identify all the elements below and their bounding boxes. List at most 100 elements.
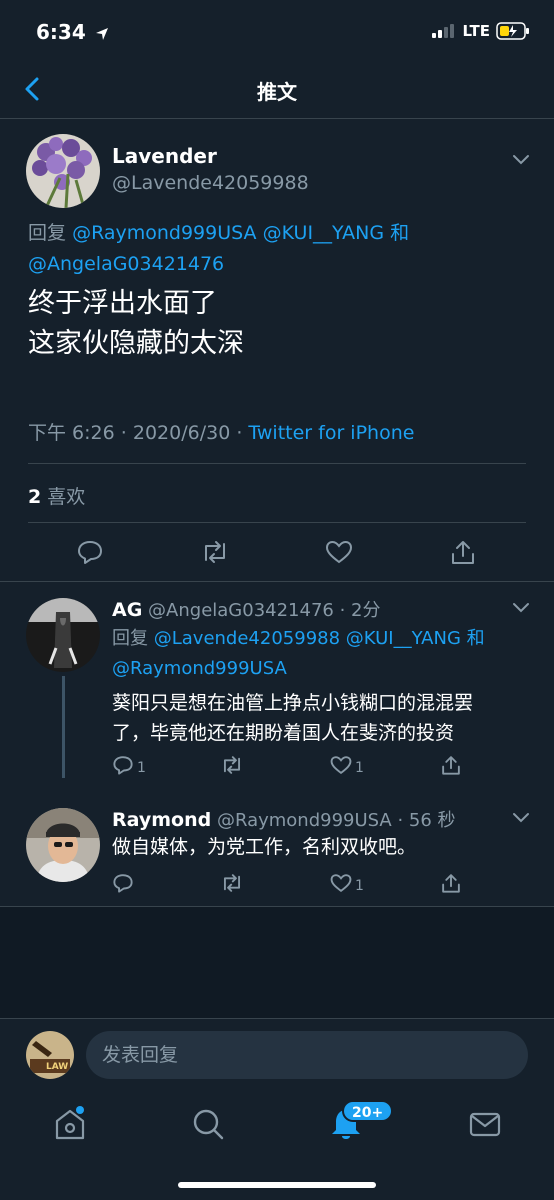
tab-home[interactable]	[50, 1104, 90, 1144]
reply-prefix: 回复	[28, 222, 67, 244]
share-button[interactable]	[449, 538, 477, 566]
retweet-icon	[223, 756, 241, 774]
raymond-avatar-image	[26, 808, 100, 882]
reply-header: AG @AngelaG03421476 · 2分	[112, 596, 381, 622]
mention-link[interactable]: @Raymond999USA	[112, 658, 287, 679]
like-icon	[330, 874, 352, 893]
reply-text-line: 了，毕竟他还在期盼着国人在斐济的投资	[112, 722, 455, 744]
tab-search[interactable]	[188, 1104, 228, 1144]
reply-count: 1	[137, 760, 146, 776]
like-button[interactable]	[330, 754, 352, 776]
retweet-icon	[223, 874, 241, 892]
likes-label: 喜欢	[47, 486, 86, 508]
reply-text-line: 葵阳只是想在油管上挣点小钱糊口的混混罢	[112, 692, 474, 714]
author-name[interactable]: Lavender	[112, 144, 217, 168]
location-arrow-icon	[95, 27, 108, 40]
signal-icon	[432, 24, 455, 38]
share-icon	[452, 541, 474, 564]
search-icon	[193, 1109, 224, 1140]
like-count: 1	[355, 760, 364, 776]
home-indicator	[178, 1182, 376, 1188]
reply-and: 和	[390, 222, 410, 244]
reply-icon	[113, 874, 133, 893]
thread-line	[62, 676, 65, 778]
author-handle[interactable]: @Lavende42059988	[112, 172, 309, 194]
reply-text-line: 做自媒体，为党工作，名利双收吧。	[112, 836, 417, 858]
svg-text:LAW: LAW	[46, 1062, 68, 1072]
meta-separator: ·	[120, 422, 127, 444]
mention-link[interactable]: @Lavende42059988 @KUI__YANG	[154, 628, 461, 649]
reply-options-button[interactable]	[510, 808, 532, 826]
status-bar: 6:34 LTE	[0, 0, 554, 64]
avatar[interactable]	[26, 598, 100, 672]
avatar[interactable]	[26, 808, 100, 882]
reply-button[interactable]	[112, 872, 134, 894]
tweet-meta: 下午 6:26 · 2020/6/30 · Twitter for iPhone	[28, 418, 414, 445]
reply-prefix: 回复	[112, 628, 148, 649]
status-time-text: 6:34	[36, 20, 86, 44]
reply-age: · 56 秒	[397, 810, 456, 831]
tab-messages[interactable]	[465, 1104, 505, 1144]
notifications-badge: 20+	[342, 1100, 394, 1122]
tweet-date: 2020/6/30	[132, 422, 231, 444]
reply-icon	[78, 541, 102, 564]
like-button[interactable]	[325, 538, 353, 566]
divider	[28, 463, 526, 464]
meta-separator: ·	[236, 422, 243, 444]
share-button[interactable]	[440, 872, 462, 894]
retweet-button[interactable]	[200, 538, 230, 566]
divider	[0, 581, 554, 582]
tweet-text-line: 终于浮出水面了	[28, 288, 217, 319]
reply-author-name[interactable]: Raymond	[112, 809, 211, 831]
reply-text: 做自媒体，为党工作，名利双收吧。	[112, 832, 416, 862]
tweet-options-button[interactable]	[510, 150, 532, 168]
avatar[interactable]: LAW	[26, 1031, 74, 1079]
like-count: 1	[355, 878, 364, 894]
reply-and: 和	[466, 628, 485, 649]
lavender-avatar-image	[26, 134, 100, 208]
chevron-down-icon	[513, 813, 529, 823]
share-icon	[442, 756, 460, 775]
divider	[28, 522, 526, 523]
reply-button[interactable]	[112, 754, 134, 776]
reply-age: · 2分	[339, 600, 381, 621]
like-icon	[325, 540, 353, 564]
reply-author-handle[interactable]: @AngelaG03421476	[148, 600, 334, 621]
tweet-source-link[interactable]: Twitter for iPhone	[248, 422, 414, 444]
mention-link[interactable]: @AngelaG03421476	[28, 253, 224, 275]
reply-author-name[interactable]: AG	[112, 599, 142, 621]
home-icon	[55, 1106, 85, 1140]
reply-input[interactable]	[86, 1031, 528, 1079]
messages-icon	[469, 1112, 501, 1137]
page-title: 推文	[257, 80, 297, 104]
user-avatar-image: LAW	[26, 1031, 74, 1079]
retweet-button[interactable]	[220, 754, 244, 776]
reply-button[interactable]	[76, 538, 104, 566]
chevron-down-icon	[513, 603, 529, 613]
tweet-text-line: 这家伙隐藏的太深	[28, 328, 244, 359]
status-time: 6:34	[36, 20, 109, 44]
share-button[interactable]	[440, 754, 462, 776]
reply-composer: LAW	[0, 1018, 554, 1090]
avatar[interactable]	[26, 134, 100, 208]
mention-link[interactable]: @Raymond999USA @KUI__YANG	[72, 222, 384, 244]
carrier-label: LTE	[462, 22, 490, 40]
like-button[interactable]	[330, 872, 352, 894]
tweet-text: 终于浮出水面了 这家伙隐藏的太深	[28, 284, 244, 364]
retweet-button[interactable]	[220, 872, 244, 894]
battery-icon	[496, 22, 529, 40]
reply-author-handle[interactable]: @Raymond999USA	[217, 810, 392, 831]
reply-context: 回复 @Raymond999USA @KUI__YANG 和 @AngelaG0…	[28, 218, 448, 280]
reply-context: 回复 @Lavende42059988 @KUI__YANG 和 @Raymon…	[112, 624, 485, 684]
reply-options-button[interactable]	[510, 598, 532, 616]
empty-area	[0, 907, 554, 1018]
reply-icon	[113, 756, 133, 775]
reply-text: 葵阳只是想在油管上挣点小钱糊口的混混罢 了，毕竟他还在期盼着国人在斐济的投资	[112, 688, 473, 748]
likes-row[interactable]: 2 喜欢	[28, 482, 85, 509]
like-icon	[330, 756, 352, 775]
share-icon	[442, 874, 460, 893]
retweet-icon	[205, 541, 225, 563]
status-indicators: LTE	[432, 22, 530, 40]
likes-count: 2	[28, 486, 42, 508]
tweet-time: 下午 6:26	[28, 422, 115, 444]
